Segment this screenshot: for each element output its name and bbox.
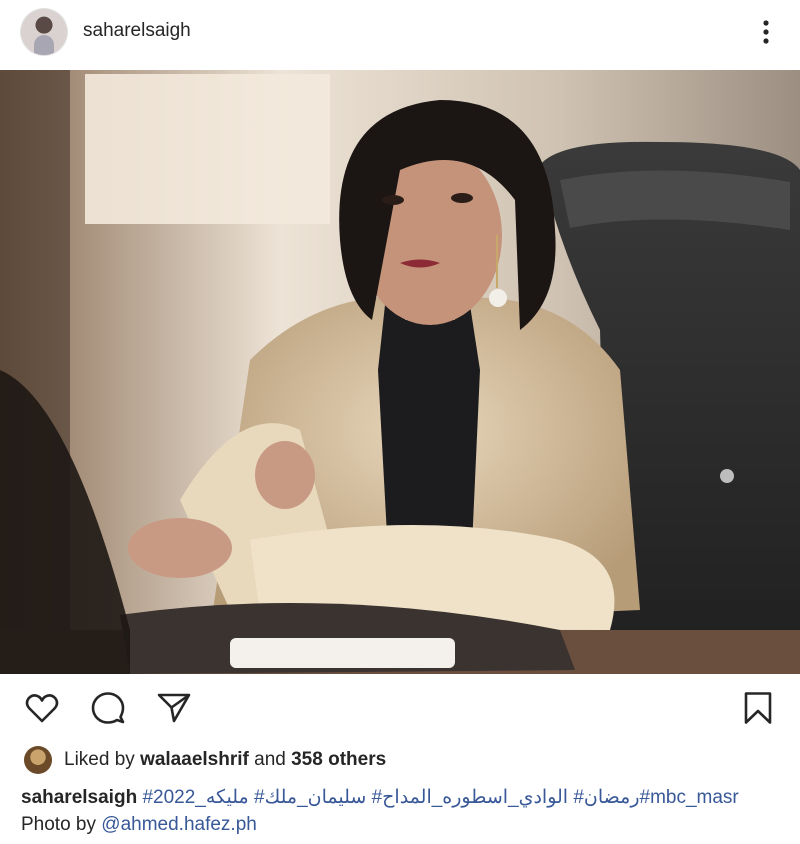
likes-prefix: Liked by	[64, 749, 135, 770]
photo-illustration	[0, 70, 800, 674]
post-header: saharelsaigh	[0, 0, 800, 70]
heart-icon[interactable]	[24, 690, 60, 726]
caption-username[interactable]: saharelsaigh	[21, 787, 137, 808]
avatar-figure	[34, 35, 54, 55]
liker-avatar	[24, 746, 52, 774]
bookmark-icon[interactable]	[740, 690, 776, 726]
caption-line-1: saharelsaigh #2022_رمضان# الوادي_اسطوره_…	[21, 784, 781, 811]
avatar[interactable]	[21, 9, 67, 55]
likes-and: and	[254, 749, 286, 770]
post-caption: saharelsaigh #2022_رمضان# الوادي_اسطوره_…	[21, 784, 781, 838]
caption-line-2: Photo by @ahmed.hafez.ph	[21, 811, 781, 838]
comment-icon[interactable]	[90, 690, 126, 726]
post-username[interactable]: saharelsaigh	[83, 20, 191, 42]
liker-username[interactable]: walaaelshrif	[140, 749, 249, 771]
send-icon[interactable]	[156, 690, 192, 726]
likes-others[interactable]: 358 others	[291, 749, 386, 771]
caption-mention[interactable]: @ahmed.hafez.ph	[101, 814, 257, 835]
more-vertical-icon[interactable]	[752, 16, 780, 48]
caption-photo-by: Photo by	[21, 814, 96, 835]
caption-hashtags[interactable]: #2022_رمضان# الوادي_اسطوره_المداح# سليما…	[142, 787, 738, 808]
post-actions	[0, 674, 800, 740]
post-photo[interactable]	[0, 70, 800, 674]
likes-summary[interactable]: Liked by walaaelshrif and 358 others	[24, 745, 386, 775]
